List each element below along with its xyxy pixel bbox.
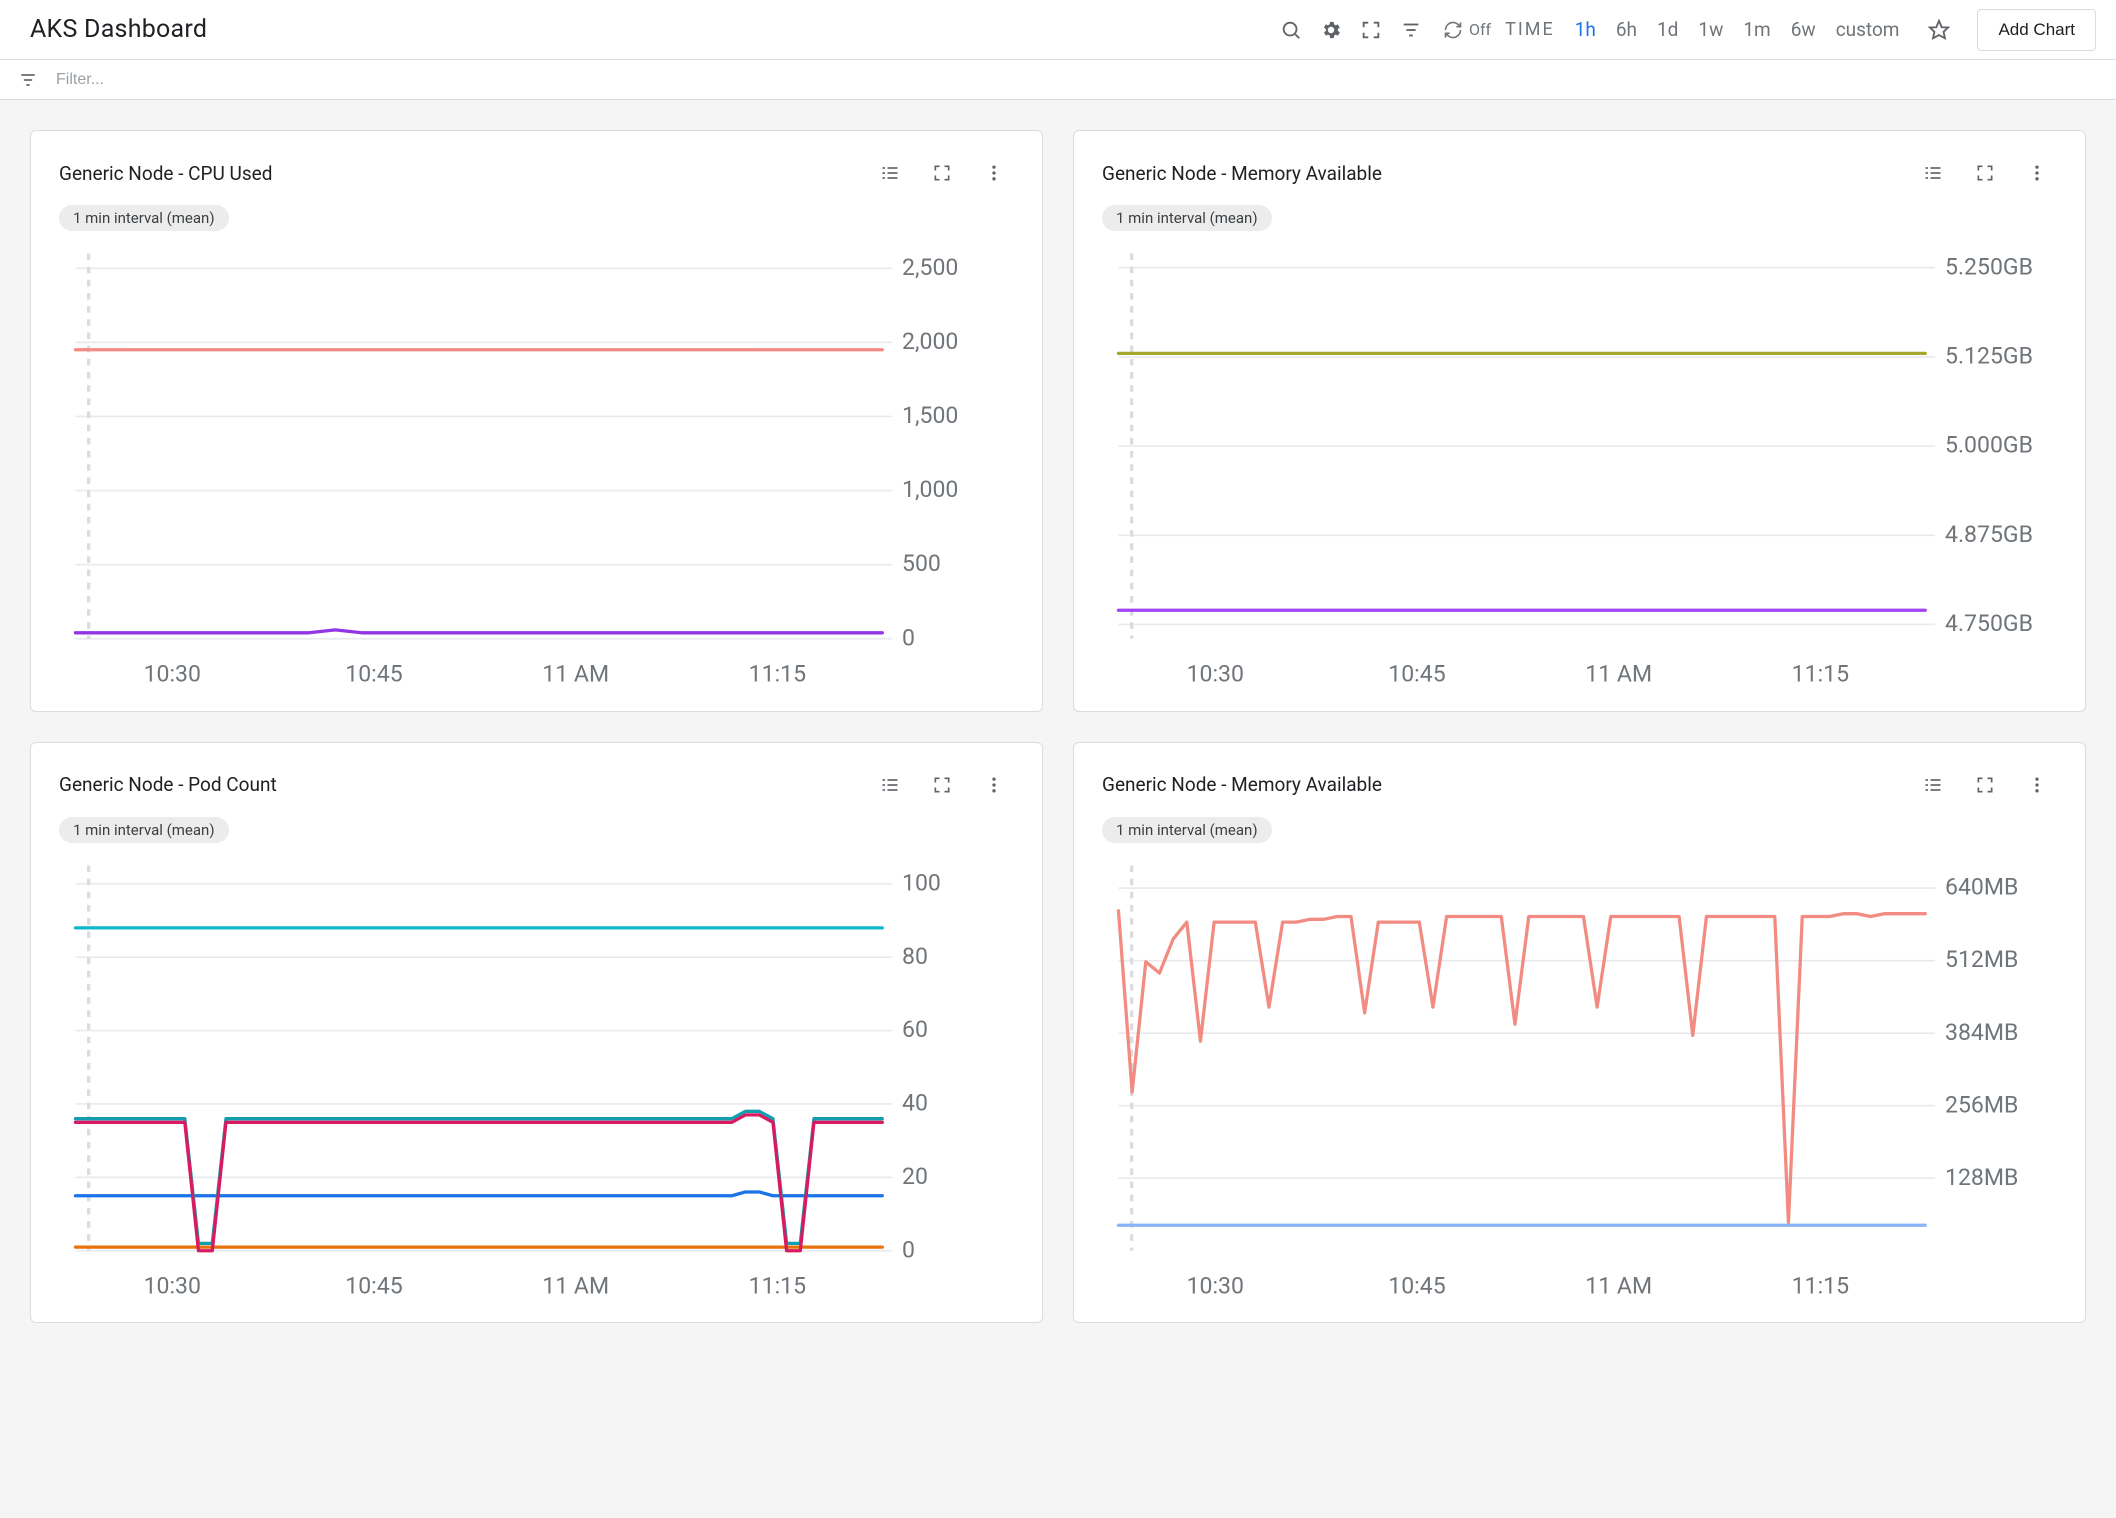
app-bar: AKS Dashboard Off TIME 1h 6h 1d 1w 1m 6w custo…: [0, 0, 2116, 60]
add-chart-button[interactable]: Add Chart: [1977, 9, 2096, 51]
svg-text:1,500: 1,500: [902, 402, 958, 429]
svg-text:500: 500: [902, 550, 941, 577]
gear-icon[interactable]: [1313, 12, 1349, 48]
dashboard-grid: Generic Node - CPU Used 1 min interval (m…: [0, 100, 2116, 1353]
chart-title: Generic Node - Memory Available: [1102, 773, 1382, 796]
filter-bar: [0, 60, 2116, 100]
svg-text:10:45: 10:45: [345, 661, 402, 688]
svg-text:0: 0: [902, 1236, 915, 1263]
fullscreen-icon[interactable]: [924, 767, 960, 803]
svg-text:512MB: 512MB: [1945, 946, 2018, 973]
svg-text:128MB: 128MB: [1945, 1164, 2018, 1191]
chart-card: Generic Node - Memory Available 1 min int…: [1073, 742, 2086, 1324]
svg-text:384MB: 384MB: [1945, 1018, 2018, 1045]
aggregation-chip[interactable]: 1 min interval (mean): [59, 817, 229, 843]
more-vert-icon[interactable]: [976, 155, 1012, 191]
fullscreen-icon[interactable]: [1967, 767, 2003, 803]
fullscreen-icon[interactable]: [1967, 155, 2003, 191]
svg-text:4.875GB: 4.875GB: [1945, 521, 2033, 548]
svg-text:11:15: 11:15: [749, 661, 806, 688]
legend-icon[interactable]: [872, 767, 908, 803]
time-option-custom[interactable]: custom: [1836, 18, 1900, 41]
svg-text:20: 20: [902, 1163, 928, 1190]
svg-text:0: 0: [902, 624, 915, 651]
svg-text:640MB: 640MB: [1945, 873, 2018, 900]
chart-plot[interactable]: 0 500 1,000 1,500 2,000 2,500 10:30 10:45 11 AM 1…: [59, 237, 1014, 695]
svg-text:11 AM: 11 AM: [542, 1272, 609, 1299]
svg-text:10:30: 10:30: [1187, 1272, 1244, 1299]
svg-text:2,000: 2,000: [902, 328, 958, 355]
svg-text:11 AM: 11 AM: [1585, 661, 1652, 688]
more-vert-icon[interactable]: [976, 767, 1012, 803]
svg-text:2,500: 2,500: [902, 254, 958, 281]
fullscreen-icon[interactable]: [1353, 12, 1389, 48]
svg-text:100: 100: [902, 869, 941, 896]
aggregation-chip[interactable]: 1 min interval (mean): [1102, 205, 1272, 231]
more-vert-icon[interactable]: [2019, 155, 2055, 191]
chart-card: Generic Node - Pod Count 1 min interval (…: [30, 742, 1043, 1324]
chart-card: Generic Node - Memory Available 1 min int…: [1073, 130, 2086, 712]
time-option-1w[interactable]: 1w: [1698, 18, 1723, 41]
search-icon[interactable]: [1273, 12, 1309, 48]
time-option-6w[interactable]: 6w: [1791, 18, 1816, 41]
series-pod-blue: [75, 1192, 882, 1196]
time-option-1d[interactable]: 1d: [1657, 18, 1678, 41]
time-option-1h[interactable]: 1h: [1575, 18, 1596, 41]
time-option-6h[interactable]: 6h: [1616, 18, 1637, 41]
refresh-toggle[interactable]: Off: [1443, 20, 1491, 40]
svg-text:60: 60: [902, 1016, 928, 1043]
series-cpu-b: [75, 630, 882, 633]
chart-plot[interactable]: 4.750GB 4.875GB 5.000GB 5.125GB 5.250GB 10:30…: [1102, 237, 2057, 695]
svg-text:4.750GB: 4.750GB: [1945, 610, 2033, 637]
svg-text:5.000GB: 5.000GB: [1945, 432, 2033, 459]
legend-icon[interactable]: [1915, 767, 1951, 803]
svg-text:80: 80: [902, 943, 928, 970]
legend-icon[interactable]: [872, 155, 908, 191]
filter-list-icon[interactable]: [1393, 12, 1429, 48]
svg-text:10:45: 10:45: [1388, 1272, 1445, 1299]
aggregation-chip[interactable]: 1 min interval (mean): [59, 205, 229, 231]
svg-text:10:45: 10:45: [1388, 661, 1445, 688]
chart-title: Generic Node - CPU Used: [59, 162, 272, 185]
svg-text:11:15: 11:15: [1792, 1272, 1849, 1299]
filter-input[interactable]: [48, 65, 2096, 95]
aggregation-chip[interactable]: 1 min interval (mean): [1102, 817, 1272, 843]
svg-text:5.250GB: 5.250GB: [1945, 253, 2033, 280]
svg-text:11 AM: 11 AM: [542, 661, 609, 688]
svg-text:256MB: 256MB: [1945, 1091, 2018, 1118]
svg-text:40: 40: [902, 1089, 928, 1116]
svg-text:11:15: 11:15: [749, 1272, 806, 1299]
svg-text:1,000: 1,000: [902, 476, 958, 503]
chart-title: Generic Node - Memory Available: [1102, 162, 1382, 185]
time-label: TIME: [1505, 19, 1555, 40]
chart-title: Generic Node - Pod Count: [59, 773, 277, 796]
chart-plot[interactable]: 0 20 40 60 80 100 10:30 10:45 11 AM 11:15: [59, 849, 1014, 1307]
time-option-1m[interactable]: 1m: [1743, 18, 1770, 41]
star-icon[interactable]: [1921, 12, 1957, 48]
svg-text:10:30: 10:30: [144, 1272, 201, 1299]
series-pod-pink: [75, 1115, 882, 1251]
svg-text:10:45: 10:45: [345, 1272, 402, 1299]
refresh-label: Off: [1469, 20, 1491, 39]
filter-icon[interactable]: [10, 62, 46, 98]
legend-icon[interactable]: [1915, 155, 1951, 191]
svg-text:10:30: 10:30: [144, 661, 201, 688]
svg-text:11 AM: 11 AM: [1585, 1272, 1652, 1299]
series-mem-high: [1118, 910, 1925, 1222]
svg-text:5.125GB: 5.125GB: [1945, 343, 2033, 370]
fullscreen-icon[interactable]: [924, 155, 960, 191]
chart-card: Generic Node - CPU Used 1 min interval (m…: [30, 130, 1043, 712]
svg-text:10:30: 10:30: [1187, 661, 1244, 688]
time-range-selector: 1h 6h 1d 1w 1m 6w custom: [1565, 18, 1910, 41]
chart-plot[interactable]: 128MB 256MB 384MB 512MB 640MB 10:30 10:45 11 AM…: [1102, 849, 2057, 1307]
more-vert-icon[interactable]: [2019, 767, 2055, 803]
svg-text:11:15: 11:15: [1792, 661, 1849, 688]
page-title: AKS Dashboard: [30, 15, 207, 44]
